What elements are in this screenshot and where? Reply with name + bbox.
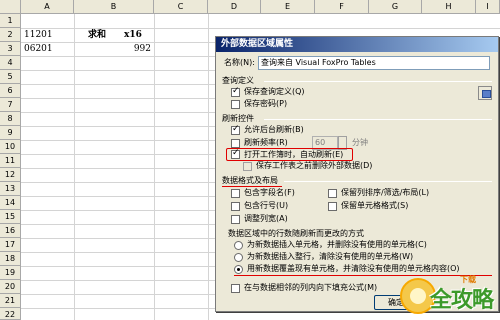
watermark-text: 全攻略 <box>430 288 494 313</box>
grid-line <box>208 14 209 320</box>
include-row-numbers-checkbox[interactable] <box>231 202 240 211</box>
row-header-2[interactable]: 2 <box>0 28 21 42</box>
adjust-column-width-label: 调整列宽(A) <box>244 214 288 223</box>
grid-line <box>154 14 155 320</box>
row-header-6[interactable]: 6 <box>0 84 21 98</box>
dialog-title: 外部数据区域属性 <box>221 39 294 49</box>
save-password-label: 保存密码(P) <box>244 99 288 108</box>
refresh-interval-label: 刷新频率(R) <box>244 138 288 147</box>
include-field-names-checkbox[interactable] <box>231 189 240 198</box>
preserve-cell-format-checkbox[interactable] <box>328 202 337 211</box>
group-divider <box>264 119 492 120</box>
refresh-control-group-label: 刷新控件 <box>222 114 254 123</box>
overwrite-cells-label: 用新数据覆盖现有单元格，并清除没有使用的单元格内容(O) <box>247 264 460 273</box>
fill-down-formulas-checkbox[interactable] <box>231 284 240 293</box>
background-refresh-label: 允许后台刷新(B) <box>244 125 304 134</box>
grid-line <box>74 14 75 320</box>
rows-change-label: 数据区域中的行数随刷新而更改的方式 <box>228 229 364 238</box>
refresh-interval-checkbox[interactable] <box>231 139 240 148</box>
row-header-14[interactable]: 14 <box>0 196 21 210</box>
name-label: 名称(N): <box>224 58 255 67</box>
highlight-underline <box>222 186 282 187</box>
row-header-21[interactable]: 21 <box>0 294 21 308</box>
row-header-10[interactable]: 10 <box>0 140 21 154</box>
column-header-h[interactable]: H <box>422 0 476 14</box>
row-header-7[interactable]: 7 <box>0 98 21 112</box>
remove-external-data-checkbox[interactable] <box>243 162 252 171</box>
row-header-13[interactable]: 13 <box>0 182 21 196</box>
insert-rows-label: 为新数据插入整行，清除没有使用的单元格(W) <box>247 252 414 261</box>
refresh-on-open-checkbox[interactable] <box>231 148 240 159</box>
column-header-g[interactable]: G <box>369 0 422 14</box>
column-header-b[interactable]: B <box>74 0 154 14</box>
adjust-column-width-checkbox[interactable] <box>231 215 240 224</box>
row-header-8[interactable]: 8 <box>0 112 21 126</box>
include-field-names-label: 包含字段名(F) <box>244 188 295 197</box>
insert-cells-label: 为新数据插入单元格，并删除没有使用的单元格(C) <box>247 240 427 249</box>
fill-down-formulas-label: 在与数据相邻的列内向下填充公式(M) <box>244 283 378 292</box>
insert-rows-radio[interactable] <box>234 253 243 262</box>
group-divider <box>284 181 492 182</box>
save-query-definition-checkbox[interactable] <box>231 86 240 97</box>
row-header-19[interactable]: 19 <box>0 266 21 280</box>
select-all-corner[interactable] <box>0 0 21 14</box>
preserve-sort-checkbox[interactable] <box>328 189 337 198</box>
watermark-logo: 下载 全攻略 <box>400 274 498 318</box>
column-header-c[interactable]: C <box>154 0 208 14</box>
row-header-3[interactable]: 3 <box>0 42 21 56</box>
save-password-checkbox[interactable] <box>231 100 240 109</box>
row-header-15[interactable]: 15 <box>0 210 21 224</box>
column-header-e[interactable]: E <box>261 0 315 14</box>
cell-b2-label[interactable]: 求和 <box>88 28 106 42</box>
row-header-1[interactable]: 1 <box>0 14 21 28</box>
row-header-17[interactable]: 17 <box>0 238 21 252</box>
row-header-12[interactable]: 12 <box>0 168 21 182</box>
data-format-group-label: 数据格式及布局 <box>222 176 278 185</box>
overwrite-cells-radio[interactable] <box>234 265 243 274</box>
minutes-unit-label: 分钟 <box>352 138 368 147</box>
refresh-on-open-label: 打开工作簿时，自动刷新(E) <box>244 150 344 159</box>
cell-b3[interactable]: 992 <box>126 42 151 56</box>
row-header-5[interactable]: 5 <box>0 70 21 84</box>
name-field[interactable]: 查询来自 Visual FoxPro Tables <box>258 56 490 70</box>
dialog-title-bar[interactable]: 外部数据区域属性 <box>216 37 498 52</box>
external-data-range-properties-dialog: 外部数据区域属性 名称(N): 查询来自 Visual FoxPro Table… <box>215 36 499 312</box>
row-header-11[interactable]: 11 <box>0 154 21 168</box>
insert-cells-radio[interactable] <box>234 241 243 250</box>
column-header-a[interactable]: A <box>21 0 74 14</box>
row-header-16[interactable]: 16 <box>0 224 21 238</box>
cell-b2-value[interactable]: x16 <box>124 28 142 42</box>
row-header-18[interactable]: 18 <box>0 252 21 266</box>
row-header-9[interactable]: 9 <box>0 126 21 140</box>
column-header-f[interactable]: F <box>315 0 369 14</box>
query-definition-group-label: 查询定义 <box>222 76 254 85</box>
row-header-22[interactable]: 22 <box>0 308 21 320</box>
preserve-cell-format-label: 保留单元格格式(S) <box>341 201 409 210</box>
background-refresh-checkbox[interactable] <box>231 124 240 135</box>
column-header-d[interactable]: D <box>208 0 261 14</box>
cell-a2[interactable]: 11201 <box>24 28 53 42</box>
save-query-definition-label: 保存查询定义(Q) <box>244 87 305 96</box>
row-header-20[interactable]: 20 <box>0 280 21 294</box>
row-header-4[interactable]: 4 <box>0 56 21 70</box>
group-divider <box>264 81 492 82</box>
edit-query-icon[interactable] <box>478 86 492 100</box>
remove-external-data-label: 保存工作表之前删除外部数据(D) <box>256 161 373 170</box>
column-header-i[interactable]: I <box>476 0 500 14</box>
cell-a3[interactable]: 06201 <box>24 42 53 56</box>
preserve-sort-label: 保留列排序/筛选/布局(L) <box>341 188 430 197</box>
include-row-numbers-label: 包含行号(U) <box>244 201 289 210</box>
